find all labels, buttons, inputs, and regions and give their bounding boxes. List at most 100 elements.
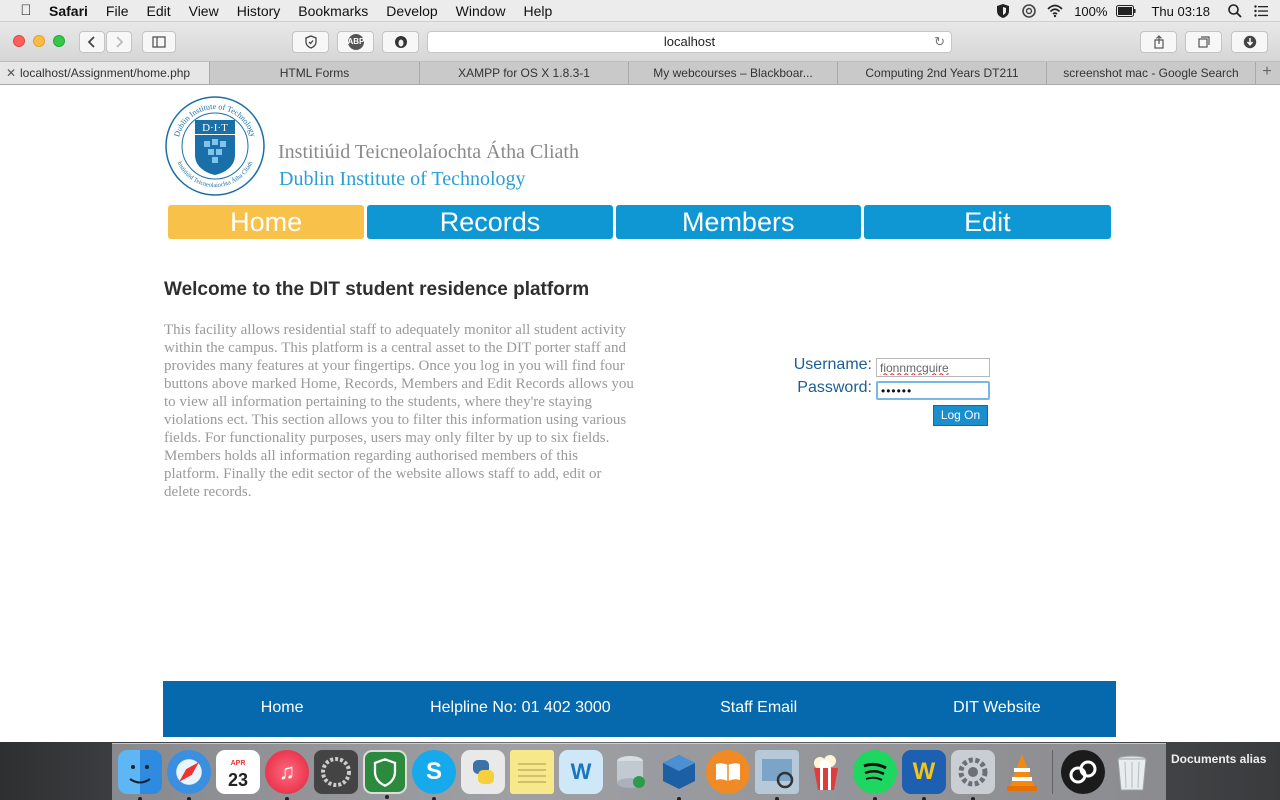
dock-separator xyxy=(1052,750,1053,794)
sync-icon[interactable] xyxy=(1016,0,1042,22)
network-link-icon[interactable] xyxy=(1061,750,1105,794)
extension-button[interactable] xyxy=(382,31,419,53)
word-app-icon[interactable]: W xyxy=(902,750,946,800)
apple-menu-icon[interactable]:  xyxy=(12,2,40,19)
menu-view[interactable]: View xyxy=(180,3,228,19)
preview-icon[interactable] xyxy=(755,750,799,800)
tab-computing[interactable]: Computing 2nd Years DT211 xyxy=(838,62,1047,84)
nav-members-button[interactable]: Members xyxy=(615,205,861,239)
adblock-button[interactable]: ABP xyxy=(337,31,374,53)
security-shield-app-icon[interactable] xyxy=(363,750,407,799)
sidebar-icon xyxy=(152,36,166,48)
menu-bar:  Safari File Edit View History Bookmark… xyxy=(0,0,1280,22)
calendar-icon[interactable]: APR 23 xyxy=(216,750,260,794)
address-bar[interactable]: localhost ↻ xyxy=(427,31,952,53)
notes-icon[interactable] xyxy=(510,750,554,794)
browser-toolbar: ABP localhost ↻ xyxy=(0,22,1280,62)
wunderlist-icon[interactable]: W xyxy=(559,750,603,794)
virtualbox-icon[interactable] xyxy=(657,750,701,800)
footer-home-link[interactable]: Home xyxy=(163,681,401,737)
finder-icon[interactable] xyxy=(118,750,162,800)
tab-bar: ✕ localhost/Assignment/home.php HTML For… xyxy=(0,62,1280,85)
battery-icon[interactable] xyxy=(1113,0,1139,22)
privacy-shield-button[interactable] xyxy=(292,31,329,53)
shield-icon[interactable] xyxy=(990,0,1016,22)
menu-history[interactable]: History xyxy=(228,3,290,19)
logo-irish-name: Institiúid Teicneolaíochta Átha Cliath xyxy=(278,141,579,163)
tab-label: localhost/Assignment/home.php xyxy=(20,66,191,80)
tabs-icon xyxy=(1197,36,1210,48)
tab-html-forms[interactable]: HTML Forms xyxy=(210,62,420,84)
share-button[interactable] xyxy=(1140,31,1177,53)
calendar-day: 23 xyxy=(227,770,249,790)
battery-percent: 100% xyxy=(1074,3,1108,19)
menu-edit[interactable]: Edit xyxy=(137,3,179,19)
tab-label: My webcourses – Blackboar... xyxy=(653,66,813,80)
chevron-right-icon xyxy=(116,36,124,48)
intro-paragraph: This facility allows residential staff t… xyxy=(164,322,634,500)
seal-monogram: D·I·T xyxy=(202,122,228,134)
menu-bookmarks[interactable]: Bookmarks xyxy=(289,3,377,19)
close-tab-icon[interactable]: ✕ xyxy=(6,62,16,84)
menu-help[interactable]: Help xyxy=(514,3,561,19)
ibooks-icon[interactable] xyxy=(706,750,750,794)
tabs-overview-button[interactable] xyxy=(1185,31,1222,53)
tab-home-php[interactable]: ✕ localhost/Assignment/home.php xyxy=(0,62,210,84)
share-icon xyxy=(1153,35,1164,49)
trash-icon[interactable] xyxy=(1110,750,1154,794)
python-launcher-icon[interactable] xyxy=(461,750,505,794)
spotlight-icon[interactable] xyxy=(1222,0,1248,22)
tab-google-search[interactable]: screenshot mac - Google Search xyxy=(1047,62,1256,84)
chevron-left-icon xyxy=(87,36,95,48)
back-button[interactable] xyxy=(79,31,105,53)
new-tab-button[interactable]: + xyxy=(1256,62,1278,84)
menu-file[interactable]: File xyxy=(97,3,138,19)
tab-xampp[interactable]: XAMPP for OS X 1.8.3-1 xyxy=(420,62,629,84)
log-on-button[interactable]: Log On xyxy=(933,405,988,426)
tab-label: XAMPP for OS X 1.8.3-1 xyxy=(458,66,590,80)
sidebar-button[interactable] xyxy=(142,31,176,53)
dit-seal-logo: Dublin Institute of Technology Institiúi… xyxy=(165,96,265,196)
login-form: Username: Password: Log On xyxy=(760,355,1000,435)
popcorn-time-icon[interactable] xyxy=(804,750,848,794)
nav-records-button[interactable]: Records xyxy=(367,205,613,239)
footer-helpline: Helpline No: 01 402 3000 xyxy=(430,699,611,716)
password-input[interactable] xyxy=(876,381,990,400)
menu-window[interactable]: Window xyxy=(447,3,515,19)
main-nav: Home Records Members Edit xyxy=(168,205,1112,239)
reload-icon[interactable]: ↻ xyxy=(934,32,945,52)
notification-center-icon[interactable] xyxy=(1248,0,1274,22)
database-icon[interactable] xyxy=(608,750,652,794)
tab-label: Computing 2nd Years DT211 xyxy=(865,66,1019,80)
shield-outline-icon xyxy=(304,35,317,49)
username-input[interactable] xyxy=(876,358,990,377)
download-icon xyxy=(1243,35,1256,49)
itunes-icon[interactable]: ♫ xyxy=(265,750,309,800)
skype-icon[interactable]: S xyxy=(412,750,456,800)
vlc-icon[interactable] xyxy=(1000,750,1044,794)
minimize-window-button[interactable] xyxy=(33,35,45,47)
system-preferences-icon[interactable] xyxy=(951,750,995,800)
wifi-icon[interactable] xyxy=(1042,0,1068,22)
forward-button[interactable] xyxy=(106,31,132,53)
clock[interactable]: Thu 03:18 xyxy=(1139,4,1216,19)
tab-label: screenshot mac - Google Search xyxy=(1063,66,1239,80)
tab-webcourses[interactable]: My webcourses – Blackboar... xyxy=(629,62,838,84)
zoom-window-button[interactable] xyxy=(53,35,65,47)
documents-alias-stack[interactable]: Documents alias xyxy=(1171,752,1266,766)
running-indicator xyxy=(385,795,389,799)
nav-edit-button[interactable]: Edit xyxy=(863,205,1112,239)
spotify-icon[interactable] xyxy=(853,750,897,800)
menu-app-safari[interactable]: Safari xyxy=(40,3,97,19)
system-information-icon[interactable] xyxy=(314,750,358,794)
safari-icon[interactable] xyxy=(167,750,211,800)
footer-staff-email-link[interactable]: Staff Email xyxy=(640,681,878,737)
downloads-button[interactable] xyxy=(1231,31,1268,53)
footer-dit-website-link[interactable]: DIT Website xyxy=(878,681,1116,737)
close-window-button[interactable] xyxy=(13,35,25,47)
username-label: Username: xyxy=(793,356,872,373)
dock: APR 23 ♫ S W W xyxy=(112,743,1166,800)
menu-develop[interactable]: Develop xyxy=(377,3,446,19)
page-footer: Home Helpline No: 01 402 3000 Staff Emai… xyxy=(163,681,1116,737)
nav-home-button[interactable]: Home xyxy=(168,205,365,239)
